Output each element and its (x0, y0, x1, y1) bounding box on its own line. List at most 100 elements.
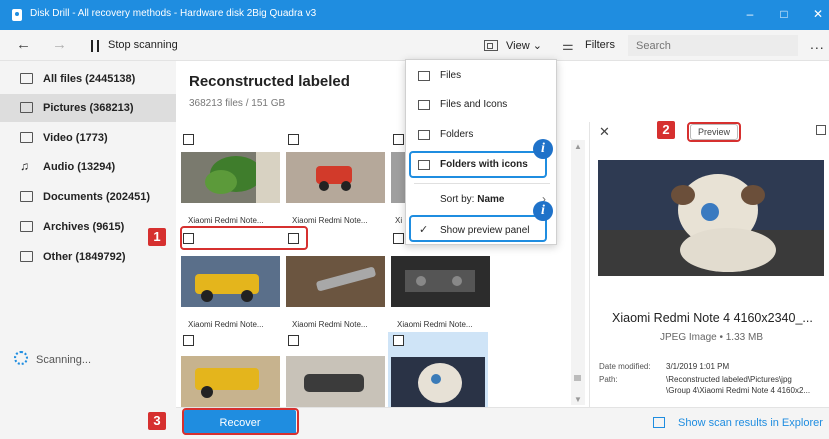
folder-icon (418, 130, 430, 140)
thumbnail-caption: Xi (395, 216, 403, 225)
export-icon[interactable] (653, 417, 665, 428)
scrollbar-thumb[interactable] (574, 375, 581, 381)
checkbox[interactable] (393, 134, 404, 145)
stove-photo (391, 256, 490, 307)
menu-item-label: Folders (440, 129, 474, 140)
sidebar-item-label: Archives (9615) (43, 221, 125, 233)
sidebar: All files (2445138) Pictures (368213) Vi… (0, 61, 176, 439)
close-preview-icon[interactable]: ✕ (599, 124, 610, 140)
title-bar: Disk Drill - All recovery methods - Hard… (0, 0, 829, 30)
plant-photo (181, 152, 280, 203)
thumbnail-selected-toy[interactable] (388, 332, 488, 407)
annotation-box-1 (180, 226, 308, 250)
disk-drill-logo-icon (12, 9, 22, 21)
list-icon (418, 71, 430, 81)
path-value-line1: \Reconstructed labeled\Pictures\jpg (666, 375, 792, 384)
sidebar-item-label: All files (2445138) (43, 73, 136, 85)
sidebar-item-video[interactable]: Video (1773) (0, 124, 176, 152)
view-icon[interactable] (484, 40, 498, 51)
annotation-box-2 (687, 122, 741, 142)
page-title: Reconstructed labeled (189, 73, 350, 90)
info-icon: i (533, 201, 553, 221)
other-icon (20, 251, 33, 262)
checkbox[interactable] (183, 335, 194, 346)
thumbnail-caption: Xiaomi Redmi Note... (188, 320, 264, 329)
scanning-status: Scanning... (36, 354, 92, 366)
thumbnail-yellow-car[interactable] (181, 256, 280, 307)
sidebar-item-label: Pictures (368213) (43, 102, 134, 114)
thumbnail-yellow-car-2[interactable] (181, 356, 280, 407)
path-value-line2: \Group 4\Xiaomi Redmi Note 4 4160x2... (666, 386, 811, 395)
thumbnail-caption: Xiaomi Redmi Note... (397, 320, 473, 329)
checkbox[interactable] (183, 134, 194, 145)
stop-scanning-button[interactable]: Stop scanning (108, 39, 178, 51)
sidebar-item-label: Documents (202451) (43, 191, 150, 203)
thumbnail-remote[interactable] (286, 256, 385, 307)
red-car-photo (286, 152, 385, 203)
date-modified-value: 3/1/2019 1:01 PM (666, 362, 730, 371)
toy-photo (391, 357, 485, 407)
thumbnail-caption: Xiaomi Redmi Note... (292, 216, 368, 225)
sidebar-item-label: Video (1773) (43, 132, 108, 144)
sidebar-item-label: Other (1849792) (43, 251, 126, 263)
checkbox[interactable] (393, 335, 404, 346)
filters-button[interactable]: Filters (585, 39, 615, 51)
archives-icon (20, 221, 33, 232)
window-title: Disk Drill - All recovery methods - Hard… (30, 8, 317, 19)
highlight-show-preview-panel (409, 215, 547, 242)
scroll-up-icon[interactable]: ▲ (574, 142, 582, 151)
checkbox[interactable] (288, 335, 299, 346)
file-count-summary: 368213 files / 151 GB (189, 98, 286, 109)
sidebar-item-audio[interactable]: ♫ Audio (13294) (0, 153, 176, 181)
maximize-button[interactable]: □ (769, 4, 799, 24)
checkbox[interactable] (393, 233, 404, 244)
minimize-button[interactable]: – (735, 4, 765, 24)
all-files-icon (20, 73, 33, 84)
sidebar-item-pictures[interactable]: Pictures (368213) (0, 94, 176, 122)
thumbnail-partial[interactable] (391, 152, 405, 203)
close-window-button[interactable]: ✕ (803, 4, 829, 24)
sidebar-item-label: Audio (13294) (43, 161, 116, 173)
sidebar-item-all-files[interactable]: All files (2445138) (0, 65, 176, 93)
remote-photo (286, 256, 385, 307)
pause-icon[interactable] (91, 40, 99, 52)
annotation-box-3 (182, 408, 299, 435)
sidebar-item-other[interactable]: Other (1849792) (0, 243, 176, 271)
preview-image (598, 160, 824, 276)
toolbar: ← → Stop scanning View ⌄ ⚌ Filters ... (0, 30, 829, 61)
checkbox[interactable] (288, 134, 299, 145)
date-modified-label: Date modified: (599, 362, 651, 371)
yellow-car-photo (181, 356, 280, 407)
scanning-spinner-icon (14, 351, 28, 365)
documents-icon (20, 191, 33, 202)
preview-filename: Xiaomi Redmi Note 4 4160x2340_... (612, 311, 813, 325)
thumbnail-plant[interactable] (181, 152, 280, 203)
info-icon: i (533, 139, 553, 159)
audio-icon: ♫ (20, 159, 29, 173)
back-arrow-icon[interactable]: ← (16, 36, 31, 53)
filter-sliders-icon[interactable]: ⚌ (562, 38, 574, 54)
thumbnail-caption: Xiaomi Redmi Note... (188, 216, 264, 225)
view-menu-button[interactable]: View ⌄ (506, 39, 542, 52)
preview-filetype: JPEG Image • 1.33 MB (660, 332, 763, 343)
menu-item-files-and-icons[interactable]: Files and Icons (406, 91, 556, 119)
sidebar-item-documents[interactable]: Documents (202451) (0, 183, 176, 211)
annotation-badge-2: 2 (657, 121, 675, 139)
menu-item-label: Files and Icons (440, 99, 508, 110)
more-options-icon[interactable]: ... (810, 36, 825, 52)
menu-item-label: Sort by: Name (440, 194, 505, 205)
grid-scrollbar[interactable]: ▲ ▼ (571, 140, 585, 405)
thumbnail-red-car[interactable] (286, 152, 385, 203)
yellow-car-photo (181, 256, 280, 307)
menu-item-files[interactable]: Files (406, 62, 556, 90)
scroll-down-icon[interactable]: ▼ (574, 395, 582, 404)
search-input[interactable] (628, 35, 798, 56)
thumbnail-stove[interactable] (391, 256, 490, 307)
menu-divider (414, 183, 550, 184)
forward-arrow-icon[interactable]: → (52, 36, 67, 53)
copy-icon[interactable] (816, 125, 826, 135)
menu-item-label: Files (440, 70, 462, 81)
thumbnail-caption: Xiaomi Redmi Note... (292, 320, 368, 329)
thumbnail-dark-car[interactable] (286, 356, 385, 407)
show-in-explorer-link[interactable]: Show scan results in Explorer (678, 417, 823, 429)
